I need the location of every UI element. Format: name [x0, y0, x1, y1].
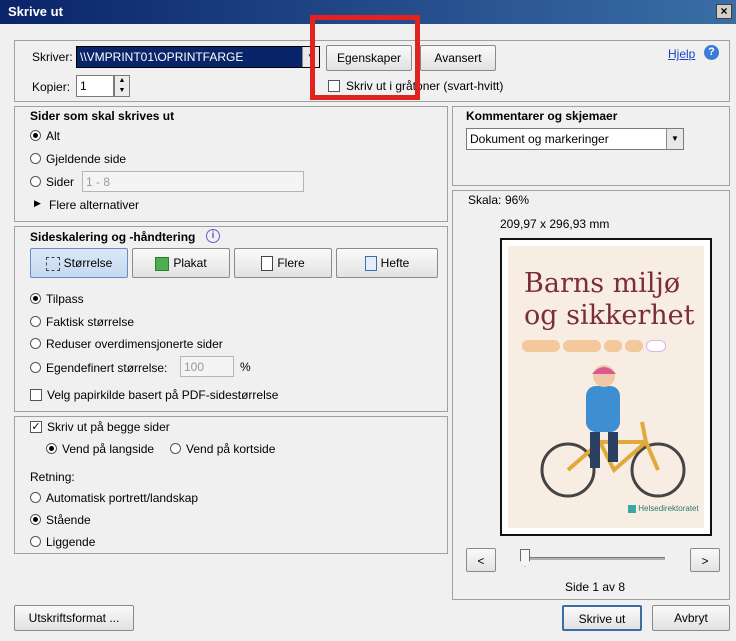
printer-value: \\VMPRINT01\OPRINTFARGE [80, 50, 244, 64]
radio-portrait-label: Stående [46, 513, 91, 527]
cover-title-line2: og sikkerhet [524, 300, 695, 331]
help-link[interactable]: Hjelp [668, 47, 695, 61]
cover-tag [563, 340, 601, 352]
copies-stepper[interactable]: ▲ ▼ [114, 75, 130, 97]
scale-value: 96% [505, 193, 530, 207]
radio-flip-short[interactable] [170, 443, 181, 454]
print-dialog: Skrive ut × Skriver: \\VMPRINT01\OPRINTF… [0, 0, 736, 641]
radio-pages[interactable] [30, 176, 41, 187]
printer-select[interactable]: \\VMPRINT01\OPRINTFARGE ▼ [76, 46, 320, 68]
scale-label: Skala: [468, 193, 502, 207]
radio-auto-orientation-label: Automatisk portrett/landskap [46, 491, 199, 505]
next-page-button[interactable]: > [690, 548, 720, 572]
radio-flip-long[interactable] [46, 443, 57, 454]
tab-multiple[interactable]: Flere [234, 248, 332, 278]
cover-tag [522, 340, 560, 352]
both-sides-checkbox[interactable]: ✓ [30, 421, 42, 433]
radio-portrait[interactable] [30, 514, 41, 525]
radio-actual-size-label: Faktisk størrelse [46, 315, 135, 329]
cover-tag [625, 340, 643, 352]
radio-landscape-label: Liggende [46, 535, 96, 549]
poster-icon [155, 256, 170, 271]
print-button[interactable]: Skrive ut [562, 605, 642, 631]
both-sides-label: Skriv ut på begge sider [47, 420, 170, 434]
duplex-group [14, 416, 448, 554]
comments-group-title: Kommentarer og skjemaer [466, 109, 618, 123]
radio-shrink-oversized[interactable] [30, 338, 41, 349]
custom-scale-unit: % [240, 360, 251, 374]
publisher-logo-icon [628, 504, 636, 513]
page-range-input[interactable]: 1 - 8 [82, 171, 304, 192]
print-format-button[interactable]: Utskriftsformat ... [14, 605, 134, 631]
tab-poster[interactable]: Plakat [132, 248, 230, 278]
multiple-pages-icon [261, 256, 274, 272]
tab-size[interactable]: Størrelse [30, 248, 128, 278]
booklet-icon [364, 256, 377, 272]
custom-scale-input[interactable]: 100 [180, 356, 234, 377]
copies-value: 1 [80, 79, 87, 93]
child-on-bicycle-illustration [540, 365, 686, 498]
radio-all-label: Alt [46, 129, 61, 143]
info-icon[interactable]: i [206, 229, 220, 243]
radio-fit[interactable] [30, 293, 41, 304]
paper-source-checkbox[interactable] [30, 389, 42, 401]
copies-label: Kopier: [32, 80, 71, 94]
tab-multiple-label: Flere [277, 256, 305, 270]
page-slider-track[interactable] [520, 557, 665, 560]
size-icon [45, 256, 60, 271]
page-size-text: 209,97 x 296,93 mm [500, 217, 610, 231]
publisher-logo: Helsedirektoratet [628, 504, 699, 513]
printer-label: Skriver: [32, 50, 73, 64]
cover-image: Barns miljø og sikkerhet Helsedirektorat… [508, 246, 704, 528]
prev-page-button[interactable]: < [466, 548, 496, 572]
pages-group-title: Sider som skal skrives ut [30, 109, 175, 123]
close-icon[interactable]: × [716, 4, 732, 19]
page-range-placeholder: 1 - 8 [86, 175, 111, 189]
expand-arrow-icon[interactable]: ▶ [34, 198, 41, 209]
copies-input[interactable]: 1 [76, 75, 114, 97]
tab-booklet[interactable]: Hefte [336, 248, 438, 278]
radio-auto-orientation[interactable] [30, 492, 41, 503]
page-preview: Barns miljø og sikkerhet Helsedirektorat… [500, 238, 712, 536]
radio-fit-label: Tilpass [46, 292, 84, 306]
orientation-label: Retning: [30, 470, 75, 484]
radio-flip-short-label: Vend på kortside [186, 442, 276, 456]
tab-size-label: Størrelse [63, 256, 113, 270]
highlight-box [310, 15, 420, 100]
cover-tags [522, 340, 702, 355]
tab-booklet-label: Hefte [380, 256, 410, 270]
cancel-button[interactable]: Avbryt [652, 605, 730, 631]
radio-shrink-oversized-label: Reduser overdimensjonerte sider [46, 337, 223, 351]
window-title: Skrive ut [8, 4, 63, 19]
more-options-link[interactable]: Flere alternativer [49, 198, 139, 212]
publisher-name: Helsedirektoratet [638, 504, 699, 513]
radio-custom-scale[interactable] [30, 362, 41, 373]
radio-all[interactable] [30, 130, 41, 141]
cover-title-line1: Barns miljø [524, 268, 681, 299]
help-icon[interactable]: ? [704, 45, 719, 60]
chevron-down-icon[interactable]: ▼ [666, 129, 683, 149]
cover-tag [604, 340, 622, 352]
custom-scale-value: 100 [184, 360, 205, 374]
radio-current-page[interactable] [30, 153, 41, 164]
scaling-group-title: Sideskalering og -håndtering [30, 230, 196, 244]
page-indicator: Side 1 av 8 [565, 580, 626, 594]
tab-poster-label: Plakat [173, 256, 207, 270]
advanced-button[interactable]: Avansert [420, 45, 496, 71]
radio-actual-size[interactable] [30, 316, 41, 327]
comments-value: Dokument og markeringer [470, 132, 609, 146]
radio-current-page-label: Gjeldende side [46, 152, 127, 166]
radio-custom-scale-label: Egendefinert størrelse: [46, 361, 168, 375]
radio-pages-label: Sider [46, 175, 75, 189]
radio-landscape[interactable] [30, 536, 41, 547]
comments-select[interactable]: Dokument og markeringer ▼ [466, 128, 684, 150]
radio-flip-long-label: Vend på langside [62, 442, 155, 456]
cover-tag [646, 340, 666, 352]
paper-source-label: Velg papirkilde basert på PDF-sidestørre… [47, 388, 279, 402]
